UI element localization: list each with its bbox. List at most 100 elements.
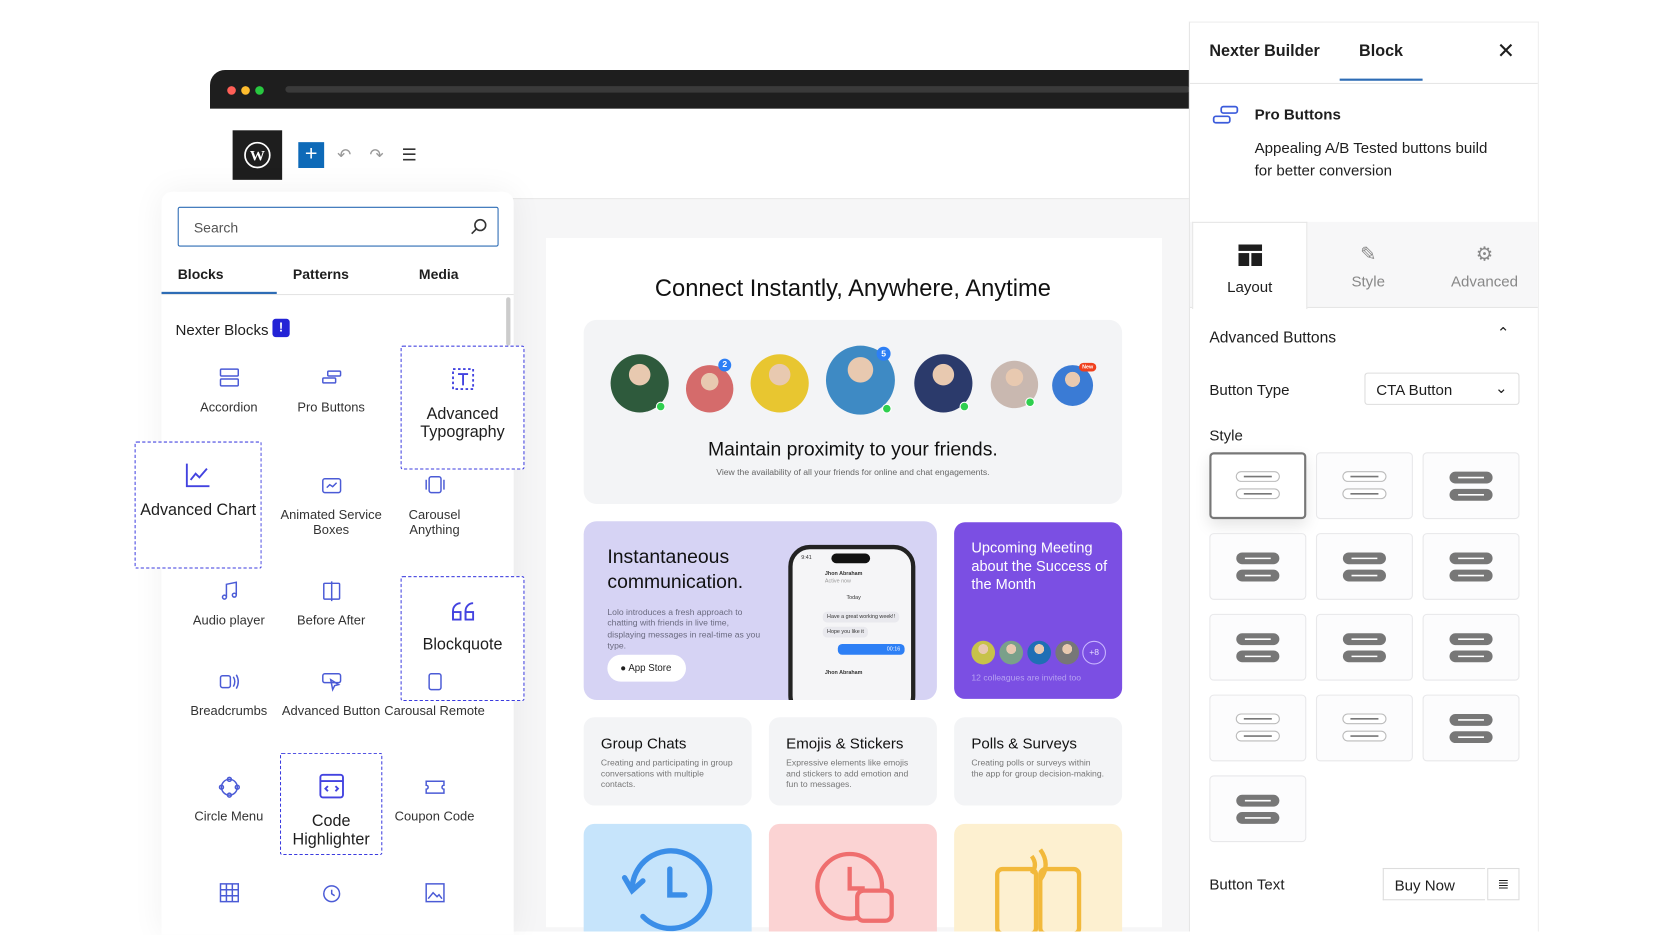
- button-style-option[interactable]: [1422, 613, 1520, 681]
- block-item[interactable]: Before After: [280, 579, 382, 628]
- close-dot[interactable]: [227, 86, 236, 95]
- tab-block[interactable]: Block: [1359, 42, 1403, 60]
- online-indicator: [959, 401, 970, 412]
- block-item[interactable]: Carousal Remote: [383, 670, 485, 719]
- block-label: Before After: [297, 612, 366, 628]
- button-style-preview-icon: [1449, 633, 1493, 663]
- minimize-dot[interactable]: [241, 86, 250, 95]
- phone-contact: Jhon Abraham: [824, 669, 863, 677]
- block-label: Animated Service Boxes: [280, 507, 382, 538]
- scrollbar[interactable]: [506, 297, 511, 346]
- button-style-option[interactable]: [1209, 613, 1307, 681]
- button-style-option[interactable]: [1209, 694, 1307, 762]
- button-style-preview-icon: [1342, 552, 1386, 582]
- feature-title: Emojis & Stickers: [786, 734, 904, 752]
- block-label: Advanced Button: [281, 703, 381, 719]
- section-badge: !: [272, 318, 290, 338]
- attendee-avatar: [999, 640, 1024, 665]
- block-item[interactable]: [383, 881, 485, 915]
- block-item[interactable]: Audio player: [178, 579, 280, 628]
- button-style-preview-icon: [1342, 471, 1387, 500]
- button-style-option[interactable]: [1315, 613, 1413, 681]
- app-store-button[interactable]: ● App Store: [607, 654, 686, 682]
- clock-icon: [322, 885, 340, 903]
- block-label: Advanced Typography: [420, 404, 505, 442]
- add-block-button[interactable]: +: [298, 142, 325, 168]
- tab-style[interactable]: ✎ Style: [1311, 243, 1426, 289]
- maximize-dot[interactable]: [255, 86, 264, 95]
- before-after-icon: [322, 581, 340, 602]
- notification-badge: 2: [718, 358, 732, 372]
- music-note-icon: [221, 581, 237, 600]
- chevron-up-icon[interactable]: ⌃: [1497, 324, 1510, 342]
- phone-notch: [831, 553, 871, 564]
- block-item[interactable]: Breadcrumbs: [178, 670, 280, 719]
- active-tab-indicator: [161, 291, 277, 294]
- pro-buttons-icon: [1212, 105, 1239, 124]
- section-advanced-buttons[interactable]: Advanced Buttons: [1209, 330, 1336, 347]
- hero-subtext: View the availability of all your friend…: [716, 467, 990, 478]
- tab-layout[interactable]: Layout: [1192, 221, 1308, 310]
- button-style-option[interactable]: [1422, 452, 1520, 520]
- button-style-option[interactable]: [1422, 694, 1520, 762]
- history-card: [583, 823, 752, 932]
- button-style-option[interactable]: [1209, 775, 1307, 843]
- online-indicator: [881, 403, 892, 414]
- tab-advanced[interactable]: ⚙ Advanced: [1427, 243, 1542, 289]
- block-item[interactable]: Advanced Typography: [400, 345, 525, 470]
- typography-icon: [451, 368, 474, 391]
- undo-icon[interactable]: ↶: [337, 144, 351, 166]
- search-icon[interactable]: [471, 218, 487, 235]
- button-style-option[interactable]: [1315, 452, 1413, 520]
- phone-message: Hope you like it: [822, 626, 869, 638]
- window-titlebar: [209, 69, 1190, 109]
- button-type-select[interactable]: CTA Button ⌄: [1364, 372, 1520, 405]
- block-item[interactable]: Carousel Anything: [383, 474, 485, 538]
- button-text-input[interactable]: Buy Now: [1382, 867, 1486, 901]
- tab-nexter-builder[interactable]: Nexter Builder: [1209, 42, 1319, 60]
- block-label: Carousel Anything: [408, 507, 461, 538]
- phone-day: Today: [846, 594, 861, 601]
- new-badge: New: [1079, 362, 1097, 372]
- phone-contact: Jhon Abraham: [824, 570, 863, 578]
- block-label: Audio player: [192, 612, 265, 628]
- table-icon: [219, 883, 239, 903]
- block-item[interactable]: [178, 881, 280, 915]
- friend-avatar[interactable]: [685, 365, 734, 413]
- button-style-option[interactable]: [1315, 533, 1413, 600]
- block-item[interactable]: Advanced Button: [280, 670, 382, 719]
- button-style-option[interactable]: [1209, 452, 1307, 520]
- block-item[interactable]: Pro Buttons: [280, 366, 382, 415]
- block-item[interactable]: [280, 881, 382, 915]
- dynamic-data-icon[interactable]: ≣: [1487, 867, 1520, 901]
- online-indicator: [1025, 397, 1035, 408]
- notification-badge: 5: [876, 346, 891, 361]
- friend-avatar[interactable]: [750, 354, 809, 413]
- attendee-avatar: [971, 640, 996, 665]
- image-icon: [424, 883, 445, 903]
- hero-heading: Maintain proximity to your friends.: [707, 438, 998, 460]
- button-style-option[interactable]: [1209, 533, 1307, 600]
- address-bar[interactable]: [285, 86, 1190, 93]
- block-item[interactable]: Animated Service Boxes: [280, 474, 382, 538]
- meeting-heading: Upcoming Meeting about the Success of th…: [971, 539, 1108, 593]
- block-item[interactable]: Advanced Chart: [134, 441, 262, 569]
- block-item[interactable]: Circle Menu: [178, 775, 280, 824]
- button-cursor-icon: [321, 673, 341, 692]
- block-label: Circle Menu: [194, 808, 264, 824]
- button-style-option[interactable]: [1422, 533, 1520, 600]
- list-view-icon[interactable]: ☰: [402, 144, 417, 166]
- close-icon[interactable]: ✕: [1497, 38, 1515, 65]
- block-item[interactable]: Coupon Code: [383, 775, 485, 824]
- block-item[interactable]: Code Highlighter: [279, 752, 383, 856]
- block-item[interactable]: Accordion: [178, 366, 280, 415]
- more-attendees: +8: [1082, 640, 1106, 665]
- redo-icon[interactable]: ↷: [369, 144, 383, 166]
- wordpress-logo-icon[interactable]: W: [232, 130, 283, 180]
- button-style-option[interactable]: [1315, 694, 1413, 762]
- tab-media[interactable]: Media: [419, 266, 459, 282]
- attendee-avatar: [1055, 640, 1080, 665]
- tab-blocks[interactable]: Blocks: [178, 266, 224, 282]
- tab-patterns[interactable]: Patterns: [293, 266, 349, 282]
- block-search-input[interactable]: Search: [177, 206, 499, 247]
